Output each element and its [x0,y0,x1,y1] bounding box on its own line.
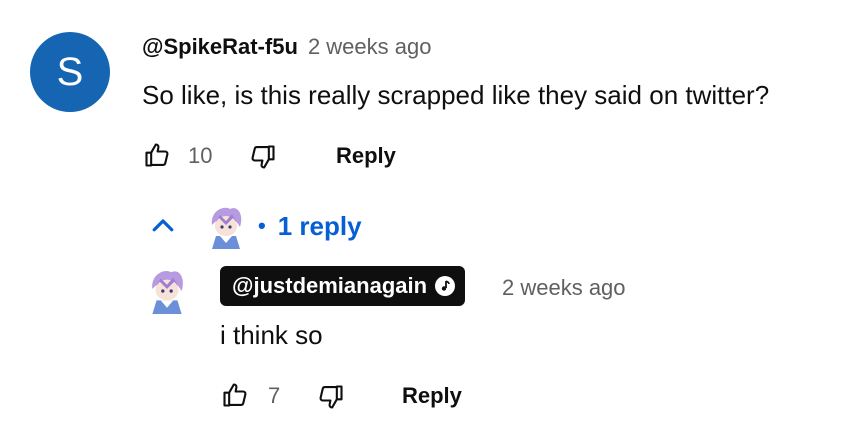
reply-author-avatar[interactable] [146,266,188,314]
thumb-up-icon [223,383,247,407]
separator-dot: • [258,213,266,238]
replies-toggle[interactable]: • 1 reply [142,196,362,256]
like-button[interactable] [140,138,174,172]
thumb-down-icon [319,385,343,409]
dislike-button[interactable] [246,140,280,174]
comment-author[interactable]: @SpikeRat-f5u [142,34,298,60]
music-note-icon [435,276,456,296]
reply-reply-button[interactable]: Reply [402,383,462,409]
chevron-up-icon [152,219,174,232]
commenter-avatar[interactable]: S [30,32,110,112]
thumb-down-icon [251,145,275,169]
reply-like-button[interactable] [218,378,252,412]
thumb-up-icon [145,143,169,167]
reply-like-count: 7 [268,383,281,408]
like-count: 10 [188,143,213,168]
reply-dislike-button[interactable] [314,380,348,414]
comment-timestamp[interactable]: 2 weeks ago [308,34,432,60]
creator-badge[interactable]: @justdemianagain [220,266,466,306]
replies-count-label[interactable]: 1 reply [278,211,362,242]
reply-timestamp[interactable]: 2 weeks ago [502,275,626,301]
reply-text: i think so [220,320,323,350]
reply-author-avatar-small [211,207,242,249]
comment-header: @SpikeRat-f5u 2 weeks ago [142,34,431,60]
comment-text: So like, is this really scrapped like th… [142,80,770,110]
avatar-letter: S [56,49,84,94]
reply-button[interactable]: Reply [336,143,396,169]
reply-author: @justdemianagain [232,273,428,298]
